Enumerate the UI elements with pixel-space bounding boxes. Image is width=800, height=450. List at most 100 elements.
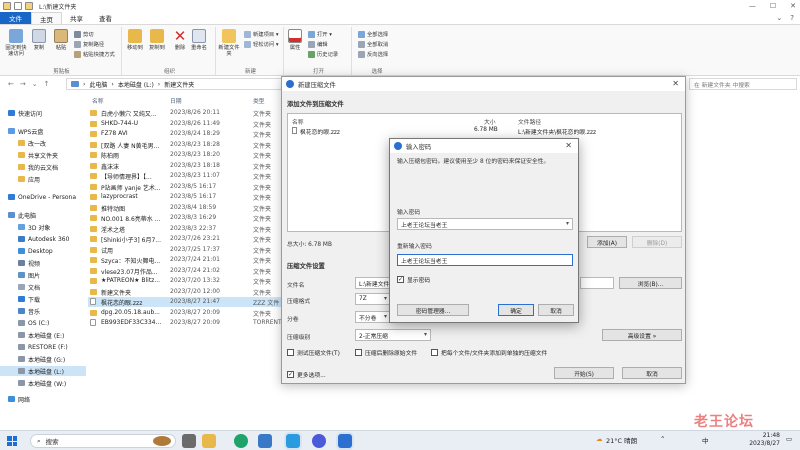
copy-to-button[interactable]: 复制到 bbox=[149, 29, 165, 51]
sidebar-item-downloads[interactable]: 下载 bbox=[18, 294, 40, 304]
start-button[interactable]: 开始(S) bbox=[554, 367, 614, 379]
file-row[interactable]: P站画师 yanje 艺术... 2023/8/5 16:17 文件夹 bbox=[88, 182, 288, 192]
easy-access-button[interactable]: 轻松访问 ▾ bbox=[244, 40, 279, 48]
delete-file-button[interactable]: 删除(D) bbox=[632, 236, 682, 248]
rename-button[interactable]: 重命名 bbox=[191, 29, 207, 51]
format-select[interactable]: 7Z bbox=[355, 293, 391, 305]
task-view-icon[interactable] bbox=[182, 434, 196, 448]
sidebar-item-onedrive[interactable]: OneDrive - Persona bbox=[8, 192, 76, 202]
windows-start-icon[interactable] bbox=[7, 436, 17, 446]
sidebar-item-drive-g[interactable]: 本地磁盘 (G:) bbox=[18, 354, 65, 364]
copy-button[interactable]: 复制 bbox=[32, 29, 46, 51]
clock[interactable]: 21:48 2023/8/27 bbox=[749, 432, 780, 448]
bandizip-taskbar-icon[interactable] bbox=[286, 434, 300, 448]
sidebar-item-desktop[interactable]: Desktop bbox=[18, 246, 53, 256]
move-to-button[interactable]: 移动到 bbox=[127, 29, 143, 51]
file-row[interactable]: 陈柏雨 2023/8/23 18:20 文件夹 bbox=[88, 150, 288, 160]
folder-icon[interactable] bbox=[3, 2, 11, 10]
app-circle-icon[interactable] bbox=[312, 434, 326, 448]
paste-shortcut-button[interactable]: 粘贴快捷方式 bbox=[74, 50, 115, 58]
photos-icon[interactable] bbox=[258, 434, 272, 448]
password-manager-button[interactable]: 密码管理器... bbox=[397, 304, 469, 316]
weather-icon[interactable]: ☁ bbox=[596, 435, 603, 443]
column-header-date[interactable]: 日期 bbox=[170, 96, 182, 106]
breadcrumb-this-pc[interactable]: 此电脑 bbox=[89, 80, 107, 89]
close-icon[interactable]: ✕ bbox=[565, 141, 572, 150]
folder-icon[interactable] bbox=[25, 2, 33, 10]
open-button[interactable]: 打开 ▾ bbox=[308, 30, 332, 38]
sidebar-item-apps[interactable]: 应用 bbox=[18, 174, 40, 184]
password-input[interactable]: 上老王论坛当老王 bbox=[397, 218, 573, 230]
show-password-checkbox[interactable]: ✓ 显示密码 bbox=[397, 275, 430, 284]
file-row[interactable]: dpg.20.05.18.aub... 2023/8/27 20:09 文件夹 bbox=[88, 308, 288, 318]
password-cancel-button[interactable]: 取消 bbox=[538, 304, 574, 316]
file-row[interactable]: lazyprocrast 2023/8/5 16:17 文件夹 bbox=[88, 192, 288, 202]
sidebar-item-wps[interactable]: WPS云盘 bbox=[8, 126, 43, 136]
checkbox-icon[interactable] bbox=[14, 2, 22, 10]
file-menu[interactable]: 文件 bbox=[0, 12, 31, 24]
archive-filename-input[interactable]: L:\新建文件夹\ bbox=[355, 277, 391, 289]
taskbar-search[interactable]: ⌕ 搜索 bbox=[30, 434, 176, 448]
pin-quick-access-button[interactable]: 固定到快速访问 bbox=[4, 29, 28, 57]
sidebar-item-drive-c[interactable]: OS (C:) bbox=[18, 318, 49, 328]
sidebar-item-pictures[interactable]: 图片 bbox=[18, 270, 40, 280]
help-icon[interactable]: ? bbox=[790, 14, 794, 22]
sidebar-item-cloud-docs[interactable]: 我的云文档 bbox=[18, 162, 58, 172]
file-row[interactable]: 鑫沫沫 2023/8/23 18:18 文件夹 bbox=[88, 161, 288, 171]
file-row[interactable]: [双路 人妻 N黄毛男... 2023/8/23 18:28 文件夹 bbox=[88, 140, 288, 150]
input-language[interactable]: 中 bbox=[702, 435, 709, 445]
close-icon[interactable]: ✕ bbox=[790, 2, 796, 10]
ok-button[interactable]: 确定 bbox=[498, 304, 534, 316]
column-header-type[interactable]: 类型 bbox=[253, 96, 265, 106]
compression-level-select[interactable]: 2-正常压缩 bbox=[355, 329, 431, 341]
sidebar-item-autodesk[interactable]: Autodesk 360 bbox=[18, 234, 69, 244]
file-explorer-icon[interactable] bbox=[202, 434, 216, 448]
sidebar-item-drive-f[interactable]: RESTORE (F:) bbox=[18, 342, 68, 352]
tab-home[interactable]: 主页 bbox=[31, 12, 62, 24]
add-button[interactable]: 添加(A) bbox=[587, 236, 627, 248]
select-none-button[interactable]: 全部取消 bbox=[358, 40, 388, 48]
copy-path-button[interactable]: 复制路径 bbox=[74, 40, 104, 48]
close-icon[interactable]: ✕ bbox=[672, 79, 679, 88]
history-button[interactable]: 历史记录 bbox=[308, 50, 338, 58]
maximize-icon[interactable]: ☐ bbox=[770, 2, 776, 10]
repeat-password-input[interactable]: 上老王论坛当老王 bbox=[397, 254, 573, 266]
file-row[interactable]: FZ78 AVI 2023/8/24 18:29 文件夹 bbox=[88, 129, 288, 139]
split-select[interactable]: 不分卷 bbox=[355, 311, 391, 323]
forward-icon[interactable]: → bbox=[20, 80, 26, 88]
sidebar-item-gaiyigai[interactable]: 改一改 bbox=[18, 138, 46, 148]
sidebar-item-drive-e[interactable]: 本地磁盘 (E:) bbox=[18, 330, 64, 340]
select-all-button[interactable]: 全部选择 bbox=[358, 30, 388, 38]
file-row[interactable]: 试用 2023/7/25 17:37 文件夹 bbox=[88, 245, 288, 255]
sidebar-item-network[interactable]: 网络 bbox=[8, 394, 30, 404]
invert-selection-button[interactable]: 反向选择 bbox=[358, 50, 388, 58]
advanced-settings-button[interactable]: 高级设置 » bbox=[602, 329, 682, 341]
sidebar-item-documents[interactable]: 文档 bbox=[18, 282, 40, 292]
file-row[interactable]: 淫术之塔 2023/8/3 22:37 文件夹 bbox=[88, 224, 288, 234]
archive-file-name[interactable]: 枫花恋的眼.zzz bbox=[300, 127, 340, 136]
minimize-icon[interactable]: — bbox=[749, 2, 756, 10]
up-icon[interactable]: ↑ bbox=[44, 80, 50, 88]
each-file-checkbox[interactable]: 把每个文件/文件夹添加到单独的压缩文件 bbox=[431, 348, 547, 357]
browse-button[interactable]: 浏览(B)... bbox=[619, 277, 682, 289]
delete-after-checkbox[interactable]: 压缩后删除原始文件 bbox=[355, 348, 417, 357]
weather-status[interactable]: 21°C 晴朗 bbox=[606, 435, 637, 445]
file-row[interactable]: 【导师情理界】【... 2023/8/23 11:07 文件夹 bbox=[88, 171, 288, 181]
zip-cancel-button[interactable]: 取消 bbox=[622, 367, 682, 379]
address-bar[interactable]: › 此电脑 › 本地磁盘 (L:) › 新建文件夹 bbox=[66, 78, 286, 90]
tab-share[interactable]: 共享 bbox=[62, 12, 91, 24]
file-row[interactable]: vlese23.07月作品... 2023/7/24 21:02 文件夹 bbox=[88, 266, 288, 276]
file-row[interactable]: NO.001 8.6亮蒂水 ... 2023/8/3 16:29 文件夹 bbox=[88, 213, 288, 223]
more-options-checkbox[interactable]: ✓ 更多选项... bbox=[287, 370, 326, 379]
chevron-down-icon[interactable]: ⌄ bbox=[32, 80, 38, 88]
file-row[interactable]: Szyca：不知火舞电... 2023/7/24 21:01 文件夹 bbox=[88, 255, 288, 265]
tray-chevron-icon[interactable]: ⌃ bbox=[660, 435, 665, 443]
file-row[interactable]: [Shinki小子3] 6月7... 2023/7/26 23:21 文件夹 bbox=[88, 234, 288, 244]
edit-button[interactable]: 编辑 bbox=[308, 40, 328, 48]
test-archive-checkbox[interactable]: 测试压缩文件(T) bbox=[287, 348, 340, 357]
sidebar-item-3d[interactable]: 3D 对象 bbox=[18, 222, 50, 232]
sidebar-item-quick-access[interactable]: 快速访问 bbox=[8, 108, 42, 118]
breadcrumb-folder[interactable]: 新建文件夹 bbox=[164, 80, 194, 89]
chevron-down-icon[interactable]: ⌄ bbox=[776, 14, 782, 22]
delete-button[interactable]: ✕ 删除 bbox=[173, 29, 187, 52]
